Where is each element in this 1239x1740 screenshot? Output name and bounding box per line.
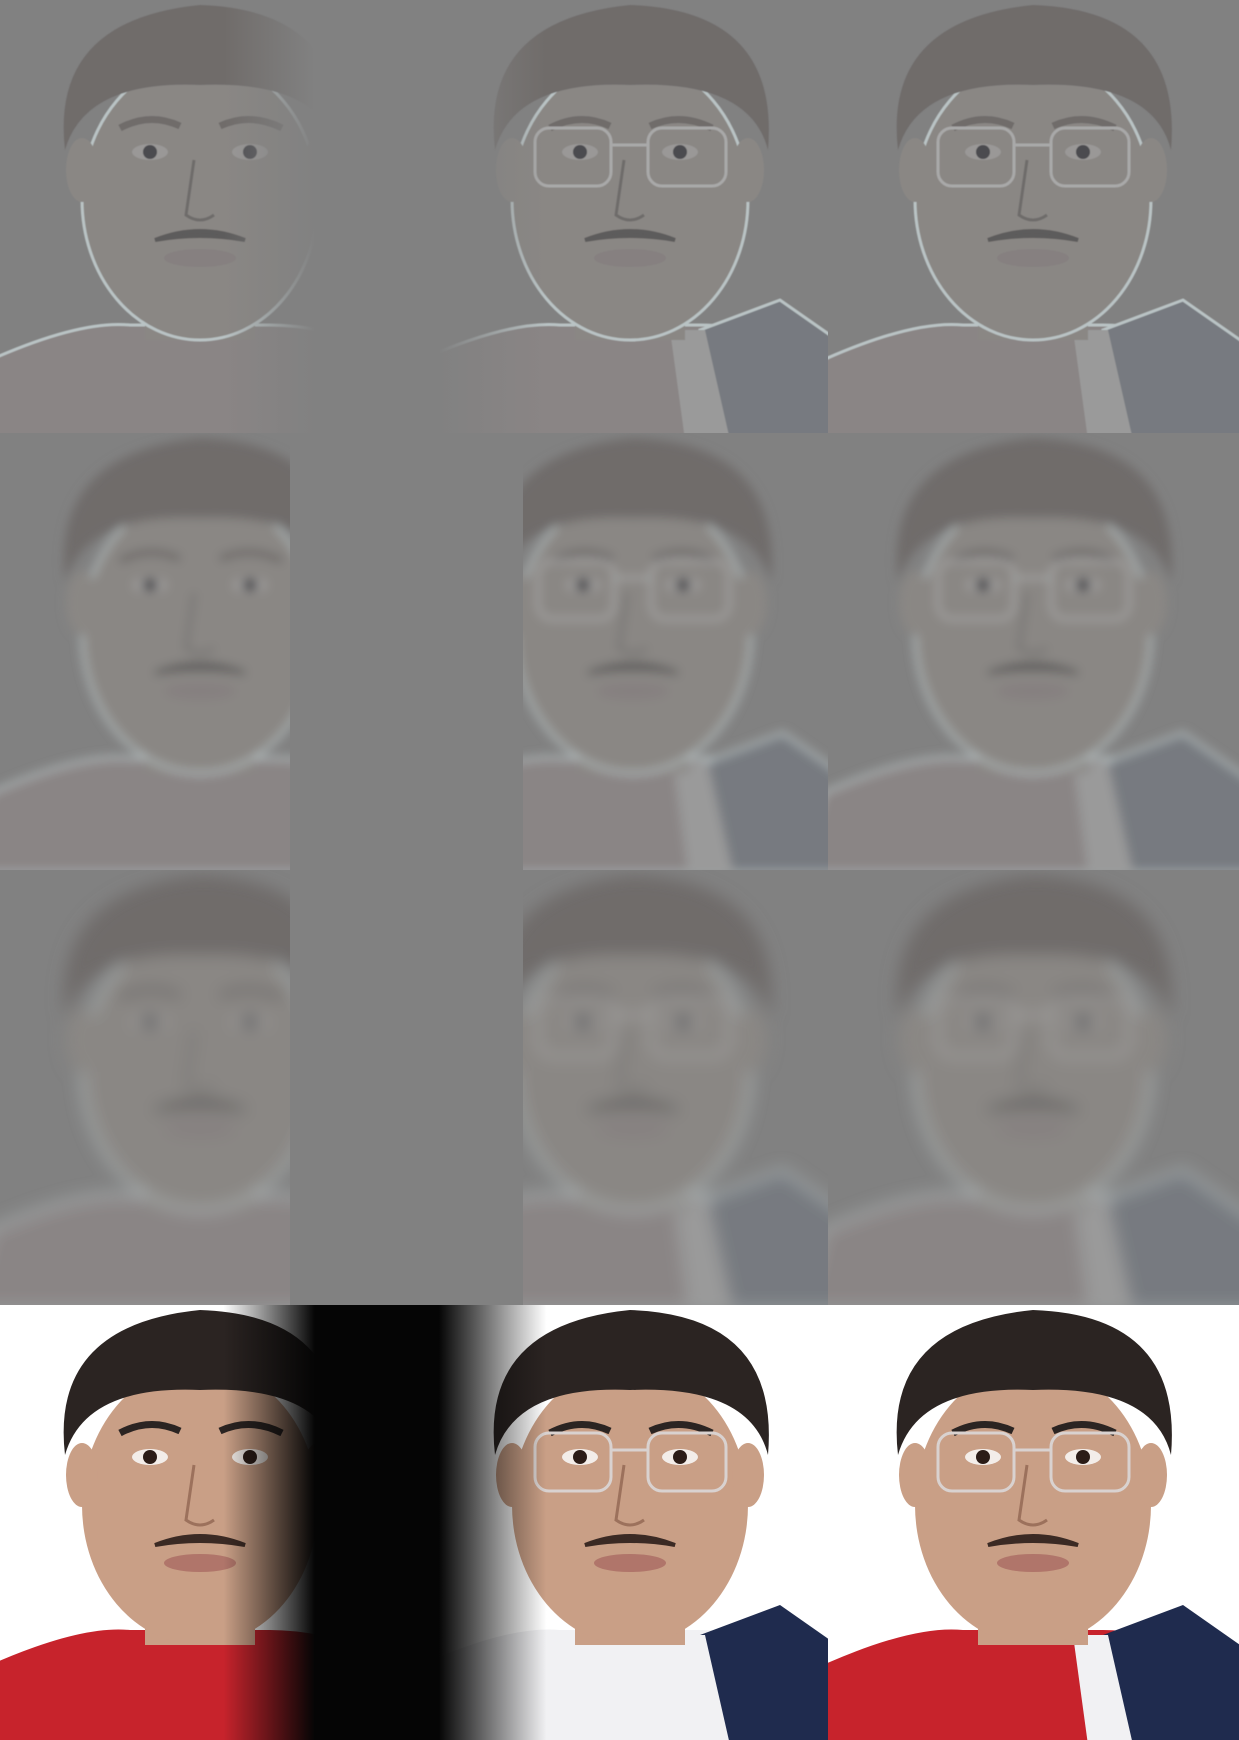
tile-laplacian-mid-frequency-right-masked: [413, 433, 828, 870]
tile-reconstruction-blended: [828, 1305, 1239, 1740]
image-reconstruction-blended: [828, 1305, 1239, 1740]
image-laplacian-mid-frequency-blended: [828, 433, 1239, 870]
image-laplacian-low-frequency-blended: [828, 870, 1239, 1305]
tile-laplacian-mid-frequency-blended: [828, 433, 1239, 870]
tile-laplacian-low-frequency-right-masked: [413, 870, 828, 1305]
tile-laplacian-high-frequency-blended: [828, 0, 1239, 433]
tile-laplacian-high-frequency-left-masked: [0, 0, 828, 433]
image-reconstruction-left-masked: [0, 1305, 828, 1740]
image-laplacian-mid-frequency-right-masked: [413, 433, 828, 870]
image-laplacian-high-frequency-blended: [828, 0, 1239, 433]
tile-laplacian-low-frequency-blended: [828, 870, 1239, 1305]
image-laplacian-low-frequency-right-masked: [413, 870, 828, 1305]
tile-reconstruction-left-masked: [0, 1305, 828, 1740]
laplacian-blend-grid: [0, 0, 1239, 1740]
image-laplacian-high-frequency-left-masked: [0, 0, 828, 433]
